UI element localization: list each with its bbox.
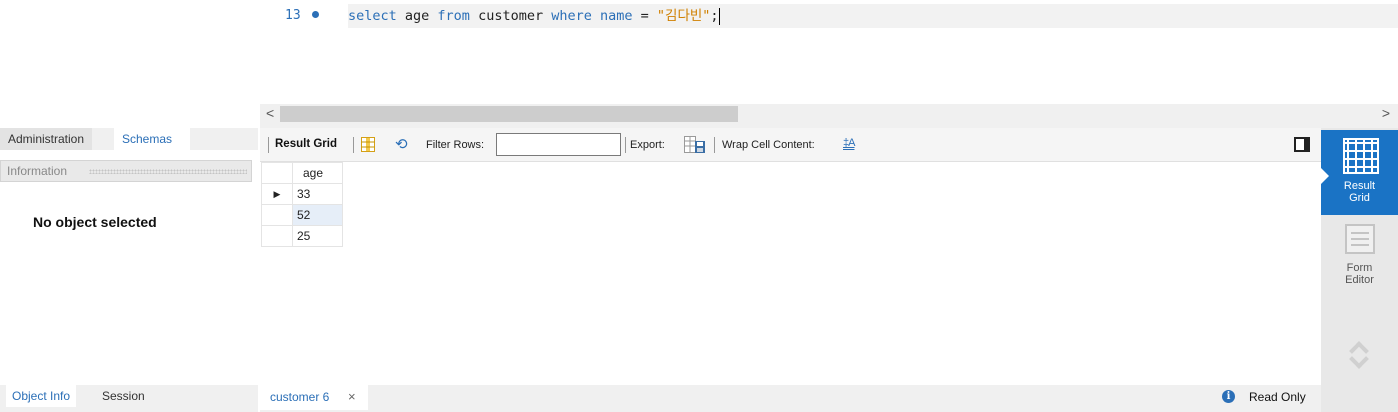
- text-cursor: [718, 7, 720, 25]
- close-icon[interactable]: ×: [348, 389, 356, 404]
- table-row[interactable]: ▶ 33: [261, 183, 343, 205]
- wrap-cell-content-icon[interactable]: ‡A: [843, 137, 856, 149]
- table-row[interactable]: 52: [261, 204, 343, 226]
- tab-object-info[interactable]: Object Info: [6, 385, 77, 407]
- table-cell[interactable]: 52: [292, 204, 343, 226]
- editor-horizontal-scrollbar[interactable]: < >: [260, 104, 1398, 124]
- identifier: customer: [469, 8, 552, 24]
- current-row-marker-icon[interactable]: ▶: [261, 183, 293, 205]
- keyword: from: [437, 8, 470, 24]
- filter-rows-input[interactable]: [496, 133, 621, 156]
- information-header[interactable]: Information: [0, 160, 252, 182]
- information-title: Information: [7, 164, 70, 178]
- result-table: age ▶ 33 52 25: [261, 162, 343, 247]
- result-toolbar: Result Grid ⟲ Filter Rows: Export: Wrap …: [260, 128, 1321, 162]
- toolbar-separator: [268, 137, 269, 153]
- operator: =: [632, 8, 657, 24]
- code-line[interactable]: select age from customer where name = "김…: [348, 6, 720, 26]
- result-tab-label: customer 6: [270, 390, 330, 404]
- keyword: select: [348, 8, 397, 24]
- refresh-icon[interactable]: ⟲: [395, 137, 408, 152]
- result-grid-view-label: Result Grid: [1343, 180, 1376, 204]
- info-icon: i: [1222, 390, 1235, 403]
- scroll-down-button[interactable]: [1349, 349, 1369, 372]
- scroll-left-icon[interactable]: <: [266, 105, 274, 121]
- identifier: age: [396, 8, 438, 24]
- row-header[interactable]: [261, 204, 293, 226]
- read-only-status: Read Only: [1249, 390, 1306, 404]
- info-bottom-tabs: Object Info Session: [0, 385, 258, 412]
- table-row[interactable]: 25: [261, 225, 343, 247]
- toggle-side-panel-icon[interactable]: [1294, 137, 1310, 152]
- statement-marker-icon: [312, 11, 319, 18]
- keyword: name: [591, 8, 633, 24]
- navigator-panel: [0, 0, 258, 128]
- result-grid-label: Result Grid: [275, 138, 337, 150]
- result-status-bar: customer 6 × i Read Only: [260, 385, 1321, 412]
- toolbar-separator: [353, 137, 354, 153]
- result-tab-customer[interactable]: customer 6 ×: [260, 385, 368, 410]
- toolbar-separator: [625, 137, 626, 153]
- result-grid-view-button[interactable]: Result Grid: [1321, 130, 1398, 215]
- line-number: 13: [285, 8, 301, 23]
- navigator-tabs: Administration Schemas: [0, 128, 258, 150]
- form-editor-icon: [1345, 224, 1375, 254]
- column-header-age[interactable]: age: [292, 162, 343, 184]
- row-header[interactable]: [261, 225, 293, 247]
- tab-session[interactable]: Session: [96, 385, 151, 407]
- no-object-message: No object selected: [33, 214, 157, 230]
- table-cell[interactable]: 25: [292, 225, 343, 247]
- scroll-right-icon[interactable]: >: [1382, 105, 1390, 121]
- export-label: Export:: [630, 139, 665, 151]
- result-grid-icon: [1343, 138, 1379, 174]
- tab-administration[interactable]: Administration: [0, 128, 93, 150]
- filter-rows-label: Filter Rows:: [426, 139, 485, 151]
- terminator: ;: [710, 8, 719, 24]
- corner-cell[interactable]: [261, 162, 293, 184]
- toolbar-separator: [714, 137, 715, 153]
- grid-columns-icon[interactable]: [361, 137, 375, 152]
- header-row: age: [261, 162, 343, 184]
- result-view-panel: Result Grid Form Editor: [1321, 128, 1398, 412]
- table-cell[interactable]: 33: [292, 183, 343, 205]
- string-literal: "김다빈": [656, 8, 711, 24]
- keyword: where: [551, 8, 592, 24]
- form-editor-view-button[interactable]: Form Editor: [1321, 220, 1398, 300]
- tab-schemas[interactable]: Schemas: [114, 128, 190, 150]
- form-editor-label: Form Editor: [1345, 262, 1374, 286]
- export-icon[interactable]: [684, 136, 706, 154]
- sql-editor[interactable]: 13 select age from customer where name =…: [260, 0, 1398, 104]
- scroll-thumb[interactable]: [280, 106, 738, 122]
- header-grip: [89, 169, 247, 174]
- result-grid[interactable]: age ▶ 33 52 25: [260, 162, 1321, 384]
- wrap-cell-content-label: Wrap Cell Content:: [722, 139, 815, 151]
